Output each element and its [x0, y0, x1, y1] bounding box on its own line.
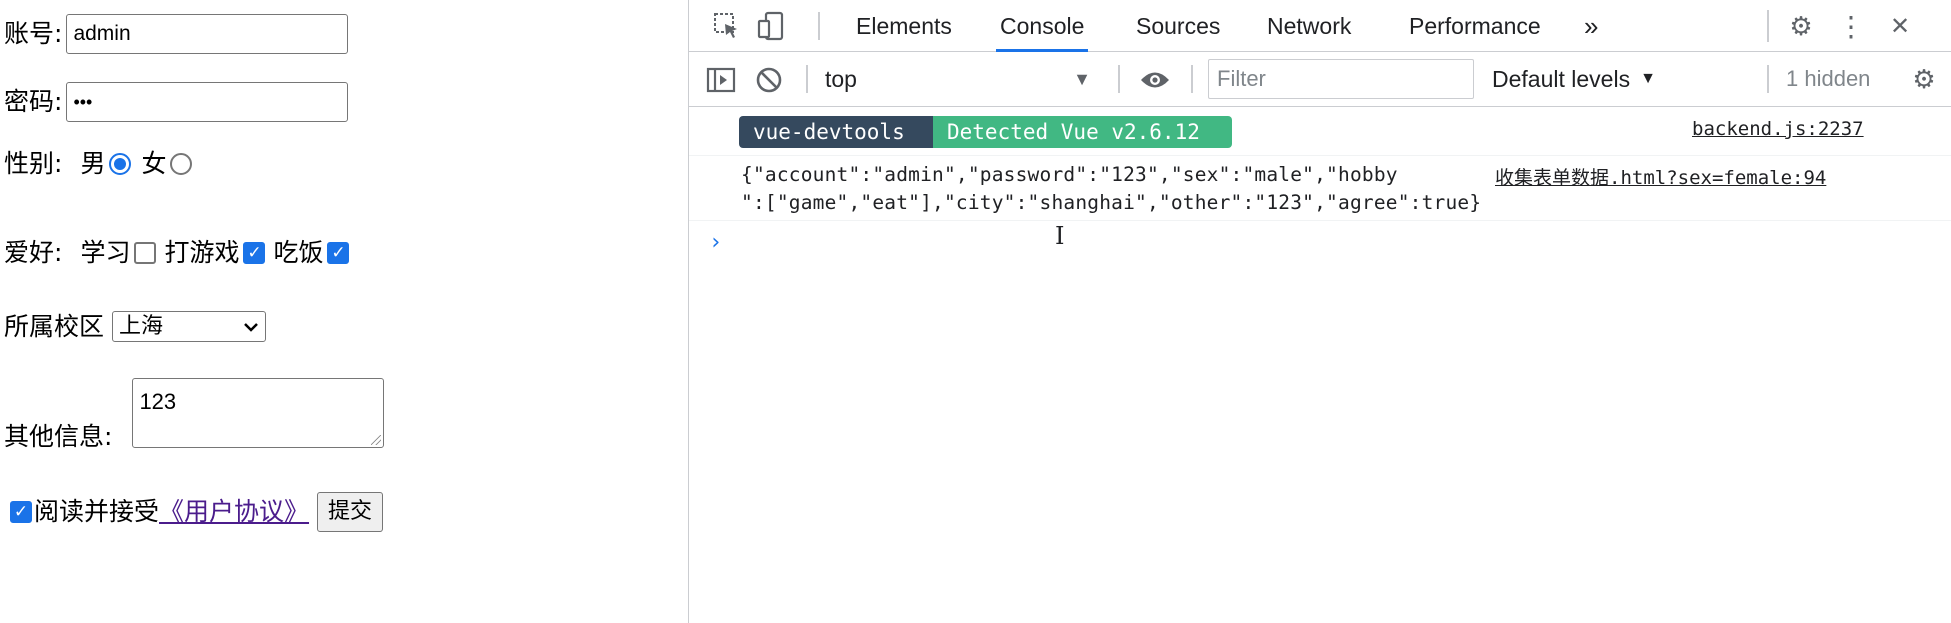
inspect-element-icon[interactable] [711, 10, 743, 42]
caret-down-icon: ▼ [1073, 68, 1091, 89]
city-select[interactable]: 上海 [112, 311, 267, 342]
console-toolbar: top ▼ Filter Default levels ▼ 1 hidden ⚙ [689, 53, 1951, 107]
settings-gear-icon[interactable]: ⚙ [1785, 10, 1817, 42]
toolbar-divider [1118, 65, 1120, 93]
devtools-panel: Elements Console Sources Network Perform… [688, 0, 1951, 623]
other-row: 其他信息: 123 [4, 378, 385, 451]
vue-detected-badge: Detected Vue v2.6.12 [933, 116, 1232, 148]
source-link-html[interactable]: 收集表单数据.html?sex=female:94 [1495, 163, 1826, 190]
source-link-backend[interactable]: backend.js:2237 [1692, 118, 1864, 140]
console-message-log: {"account":"admin","password":"123","sex… [689, 157, 1951, 221]
sex-label: 性别: [4, 149, 63, 178]
hidden-messages-count: 1 hidden [1786, 66, 1871, 91]
context-value: top [825, 65, 857, 92]
password-row: 密码: ••• [4, 82, 349, 122]
sidebar-toggle-icon[interactable] [705, 64, 737, 96]
sex-female-label: 女 [141, 149, 167, 178]
sex-female-radio[interactable] [170, 153, 193, 175]
city-label: 所属校区 [4, 311, 105, 341]
resize-handle-icon[interactable] [371, 435, 382, 445]
tab-performance[interactable]: Performance [1409, 0, 1541, 52]
other-textarea[interactable]: 123 [132, 378, 385, 448]
more-tabs-icon[interactable]: » [1584, 0, 1598, 52]
chevron-down-icon [243, 312, 259, 342]
hobby-game-label: 打游戏 [164, 238, 240, 267]
devtools-tab-bar: Elements Console Sources Network Perform… [689, 0, 1951, 52]
device-toolbar-icon[interactable] [755, 10, 787, 42]
context-selector[interactable]: top ▼ [825, 61, 1091, 97]
hobby-label: 爱好: [4, 238, 63, 267]
filter-input[interactable]: Filter [1208, 59, 1474, 99]
password-input[interactable]: ••• [66, 82, 349, 122]
agree-row: ✓ 阅读并接受 《用户协议》 提交 [10, 492, 384, 532]
text-cursor-icon: I [1055, 222, 1065, 250]
toolbar-divider [1767, 65, 1769, 93]
tab-sources[interactable]: Sources [1136, 0, 1220, 52]
caret-down-icon: ▼ [1640, 70, 1656, 87]
agree-text: 阅读并接受 [34, 497, 160, 526]
hobby-eat-checkbox[interactable]: ✓ [327, 242, 350, 264]
hobby-study-checkbox[interactable] [134, 242, 157, 264]
agree-checkbox[interactable]: ✓ [10, 501, 32, 523]
sex-row: 性别: 男 女 [4, 149, 202, 179]
eye-icon[interactable] [1139, 64, 1171, 96]
console-prompt-icon[interactable]: › [709, 230, 722, 255]
console-settings-gear-icon[interactable]: ⚙ [1909, 63, 1939, 95]
console-message-vue: vue-devtools Detected Vue v2.6.12 backen… [689, 108, 1951, 156]
toolbar-divider [1191, 65, 1193, 93]
other-textarea-value: 123 [139, 389, 177, 414]
toolbar-divider [818, 12, 820, 40]
clear-console-icon[interactable] [753, 64, 785, 96]
hobby-eat-label: 吃饭 [273, 238, 324, 267]
hobby-game-checkbox[interactable]: ✓ [243, 242, 266, 264]
toolbar-divider [1767, 10, 1769, 42]
log-levels-label: Default levels [1492, 65, 1631, 92]
city-selected-value: 上海 [119, 313, 164, 339]
log-text-line-1: {"account":"admin","password":"123","sex… [741, 163, 1398, 186]
tab-console[interactable]: Console [995, 0, 1089, 52]
password-label: 密码: [4, 87, 63, 116]
account-input[interactable] [66, 14, 349, 54]
account-label: 账号: [4, 19, 63, 48]
account-row: 账号: [4, 14, 349, 54]
tab-elements[interactable]: Elements [856, 0, 952, 52]
vue-devtools-badge: vue-devtools [739, 116, 933, 148]
submit-button[interactable]: 提交 [317, 492, 384, 532]
hobby-study-label: 学习 [80, 238, 131, 267]
form-page: 账号: 密码: ••• 性别: 男 女 爱好: 学习 打游戏 ✓ 吃饭 ✓ 所属… [0, 0, 688, 623]
other-label: 其他信息: [4, 422, 113, 451]
sex-male-radio[interactable] [109, 153, 132, 175]
more-options-icon[interactable]: ⋮ [1835, 10, 1867, 42]
toolbar-divider [806, 65, 808, 93]
log-text-line-2: ":["game","eat"],"city":"shanghai","othe… [741, 191, 1482, 214]
tab-network[interactable]: Network [1267, 0, 1351, 52]
log-levels-dropdown[interactable]: Default levels ▼ [1492, 61, 1656, 97]
city-row: 所属校区 上海 [4, 311, 267, 342]
sex-male-label: 男 [80, 149, 106, 178]
close-icon[interactable]: ✕ [1884, 10, 1916, 42]
user-agreement-link[interactable]: 《用户协议》 [159, 497, 309, 527]
hobby-row: 爱好: 学习 打游戏 ✓ 吃饭 ✓ [4, 238, 357, 268]
